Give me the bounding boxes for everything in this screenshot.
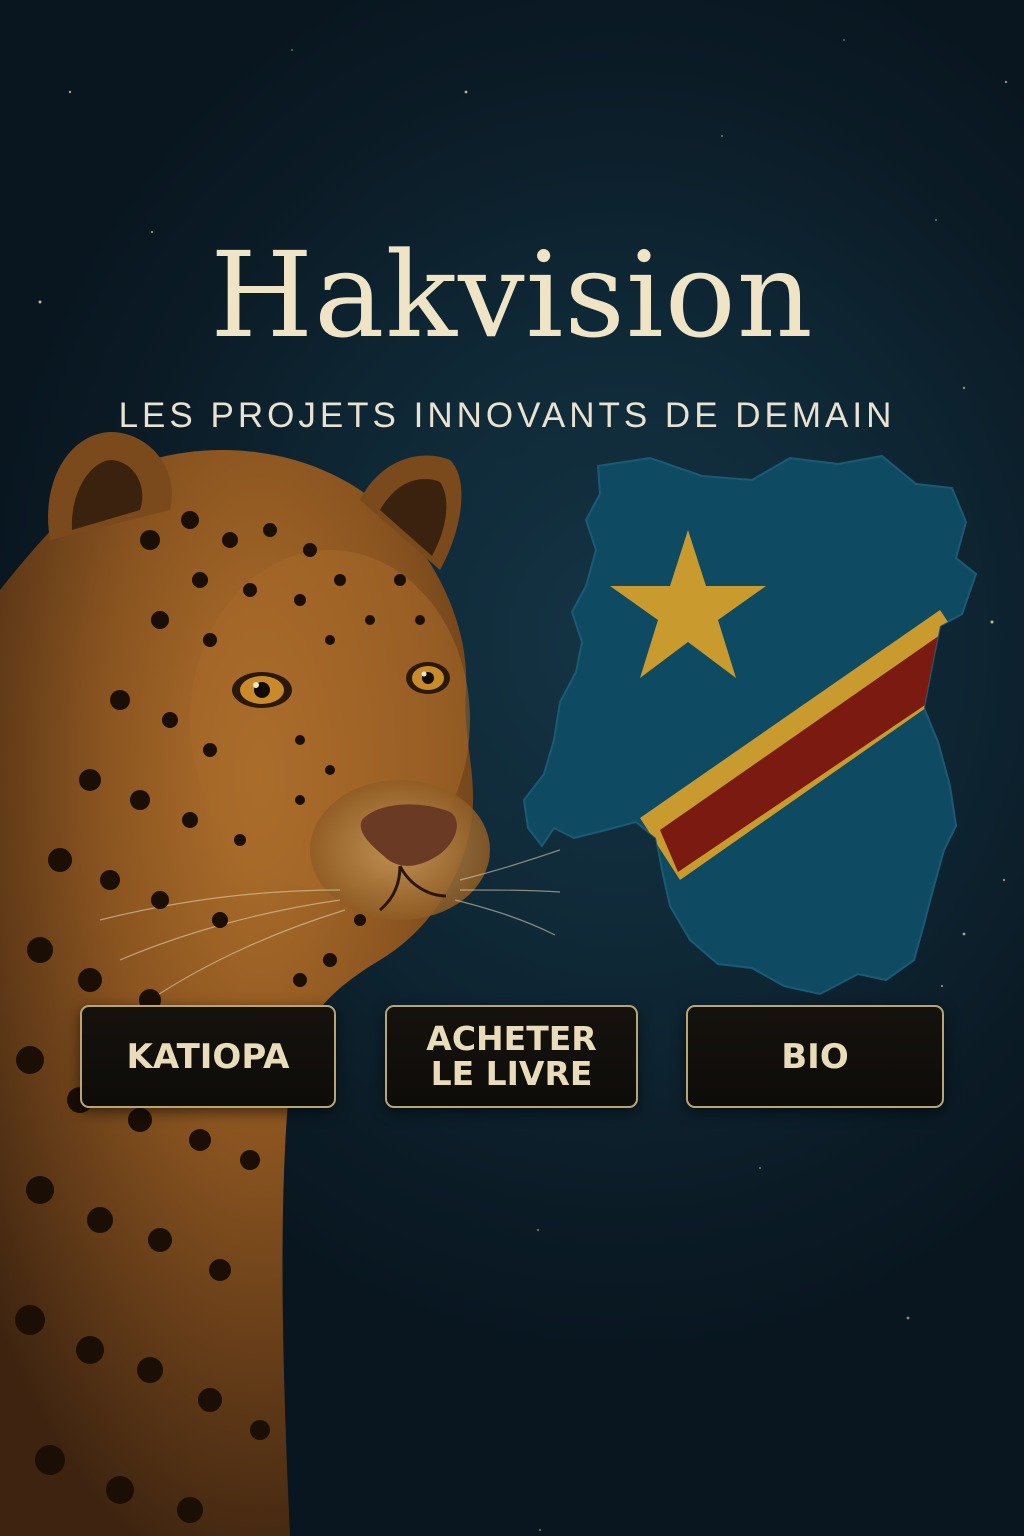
landing-page: Hakvision LES PROJETS INNOVANTS DE DEMAI… xyxy=(0,0,1024,1536)
katiopa-button-label: KATIOPA xyxy=(126,1036,290,1077)
page-subtitle: LES PROJETS INNOVANTS DE DEMAIN xyxy=(118,396,896,435)
leopard-illustration xyxy=(0,432,560,1536)
bio-button[interactable]: BIO xyxy=(686,1005,944,1108)
katiopa-button[interactable]: KATIOPA xyxy=(80,1005,336,1108)
bio-button-label: BIO xyxy=(781,1036,849,1077)
buy-book-button-line1: ACHETER xyxy=(426,1018,597,1058)
drc-map-flag xyxy=(522,454,978,996)
buy-book-button-line2: LE LIVRE xyxy=(430,1053,593,1093)
buy-book-button[interactable]: ACHETER LE LIVRE xyxy=(385,1005,638,1108)
page-title: Hakvision xyxy=(210,226,814,364)
